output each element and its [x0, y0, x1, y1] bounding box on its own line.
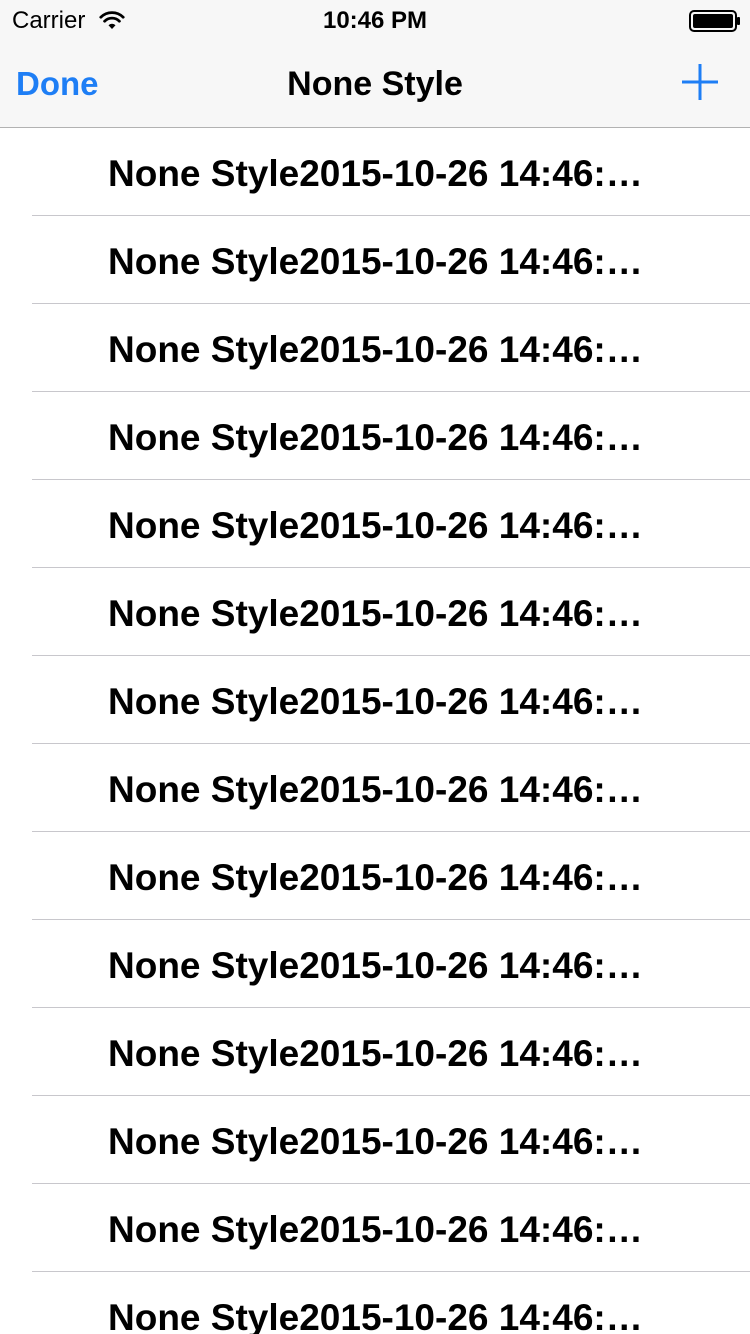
table-row[interactable]: None Style2015-10-26 14:46:…	[0, 1096, 750, 1184]
table-row[interactable]: None Style2015-10-26 14:46:…	[0, 392, 750, 480]
top-bar: Carrier 10:46 PM Done None Style	[0, 0, 750, 128]
plus-icon[interactable]	[680, 62, 720, 102]
table-row[interactable]: None Style2015-10-26 14:46:…	[0, 1008, 750, 1096]
table-row[interactable]: None Style2015-10-26 14:46:…	[0, 832, 750, 920]
table-row[interactable]: None Style2015-10-26 14:46:…	[0, 920, 750, 1008]
row-label: None Style2015-10-26 14:46:…	[108, 1297, 643, 1334]
table-row[interactable]: None Style2015-10-26 14:46:…	[0, 568, 750, 656]
row-label: None Style2015-10-26 14:46:…	[108, 1033, 643, 1074]
row-label: None Style2015-10-26 14:46:…	[108, 329, 643, 370]
table-row[interactable]: None Style2015-10-26 14:46:…	[0, 656, 750, 744]
navigation-bar: Done None Style	[0, 40, 750, 128]
row-label: None Style2015-10-26 14:46:…	[108, 417, 643, 458]
row-label: None Style2015-10-26 14:46:…	[108, 505, 643, 546]
table-row[interactable]: None Style2015-10-26 14:46:…	[0, 1272, 750, 1334]
row-label: None Style2015-10-26 14:46:…	[108, 681, 643, 722]
row-label: None Style2015-10-26 14:46:…	[108, 945, 643, 986]
status-time: 10:46 PM	[322, 7, 428, 34]
row-label: None Style2015-10-26 14:46:…	[108, 1121, 643, 1162]
table-row[interactable]: None Style2015-10-26 14:46:…	[0, 128, 750, 216]
row-label: None Style2015-10-26 14:46:…	[108, 769, 643, 810]
table-row[interactable]: None Style2015-10-26 14:46:…	[0, 480, 750, 568]
table-view[interactable]: None Style2015-10-26 14:46:… None Style20…	[0, 128, 750, 1334]
page-title: None Style	[287, 65, 463, 103]
table-row[interactable]: None Style2015-10-26 14:46:…	[0, 216, 750, 304]
table-row[interactable]: None Style2015-10-26 14:46:…	[0, 304, 750, 392]
screen: Carrier 10:46 PM Done None Style None St…	[0, 0, 750, 1334]
row-label: None Style2015-10-26 14:46:…	[108, 593, 643, 634]
table-row[interactable]: None Style2015-10-26 14:46:…	[0, 1184, 750, 1272]
row-label: None Style2015-10-26 14:46:…	[108, 857, 643, 898]
status-bar: Carrier 10:46 PM	[0, 0, 750, 40]
row-label: None Style2015-10-26 14:46:…	[108, 153, 643, 194]
battery-icon	[689, 10, 740, 32]
table-row[interactable]: None Style2015-10-26 14:46:…	[0, 744, 750, 832]
row-label: None Style2015-10-26 14:46:…	[108, 1209, 643, 1250]
row-label: None Style2015-10-26 14:46:…	[108, 241, 643, 282]
